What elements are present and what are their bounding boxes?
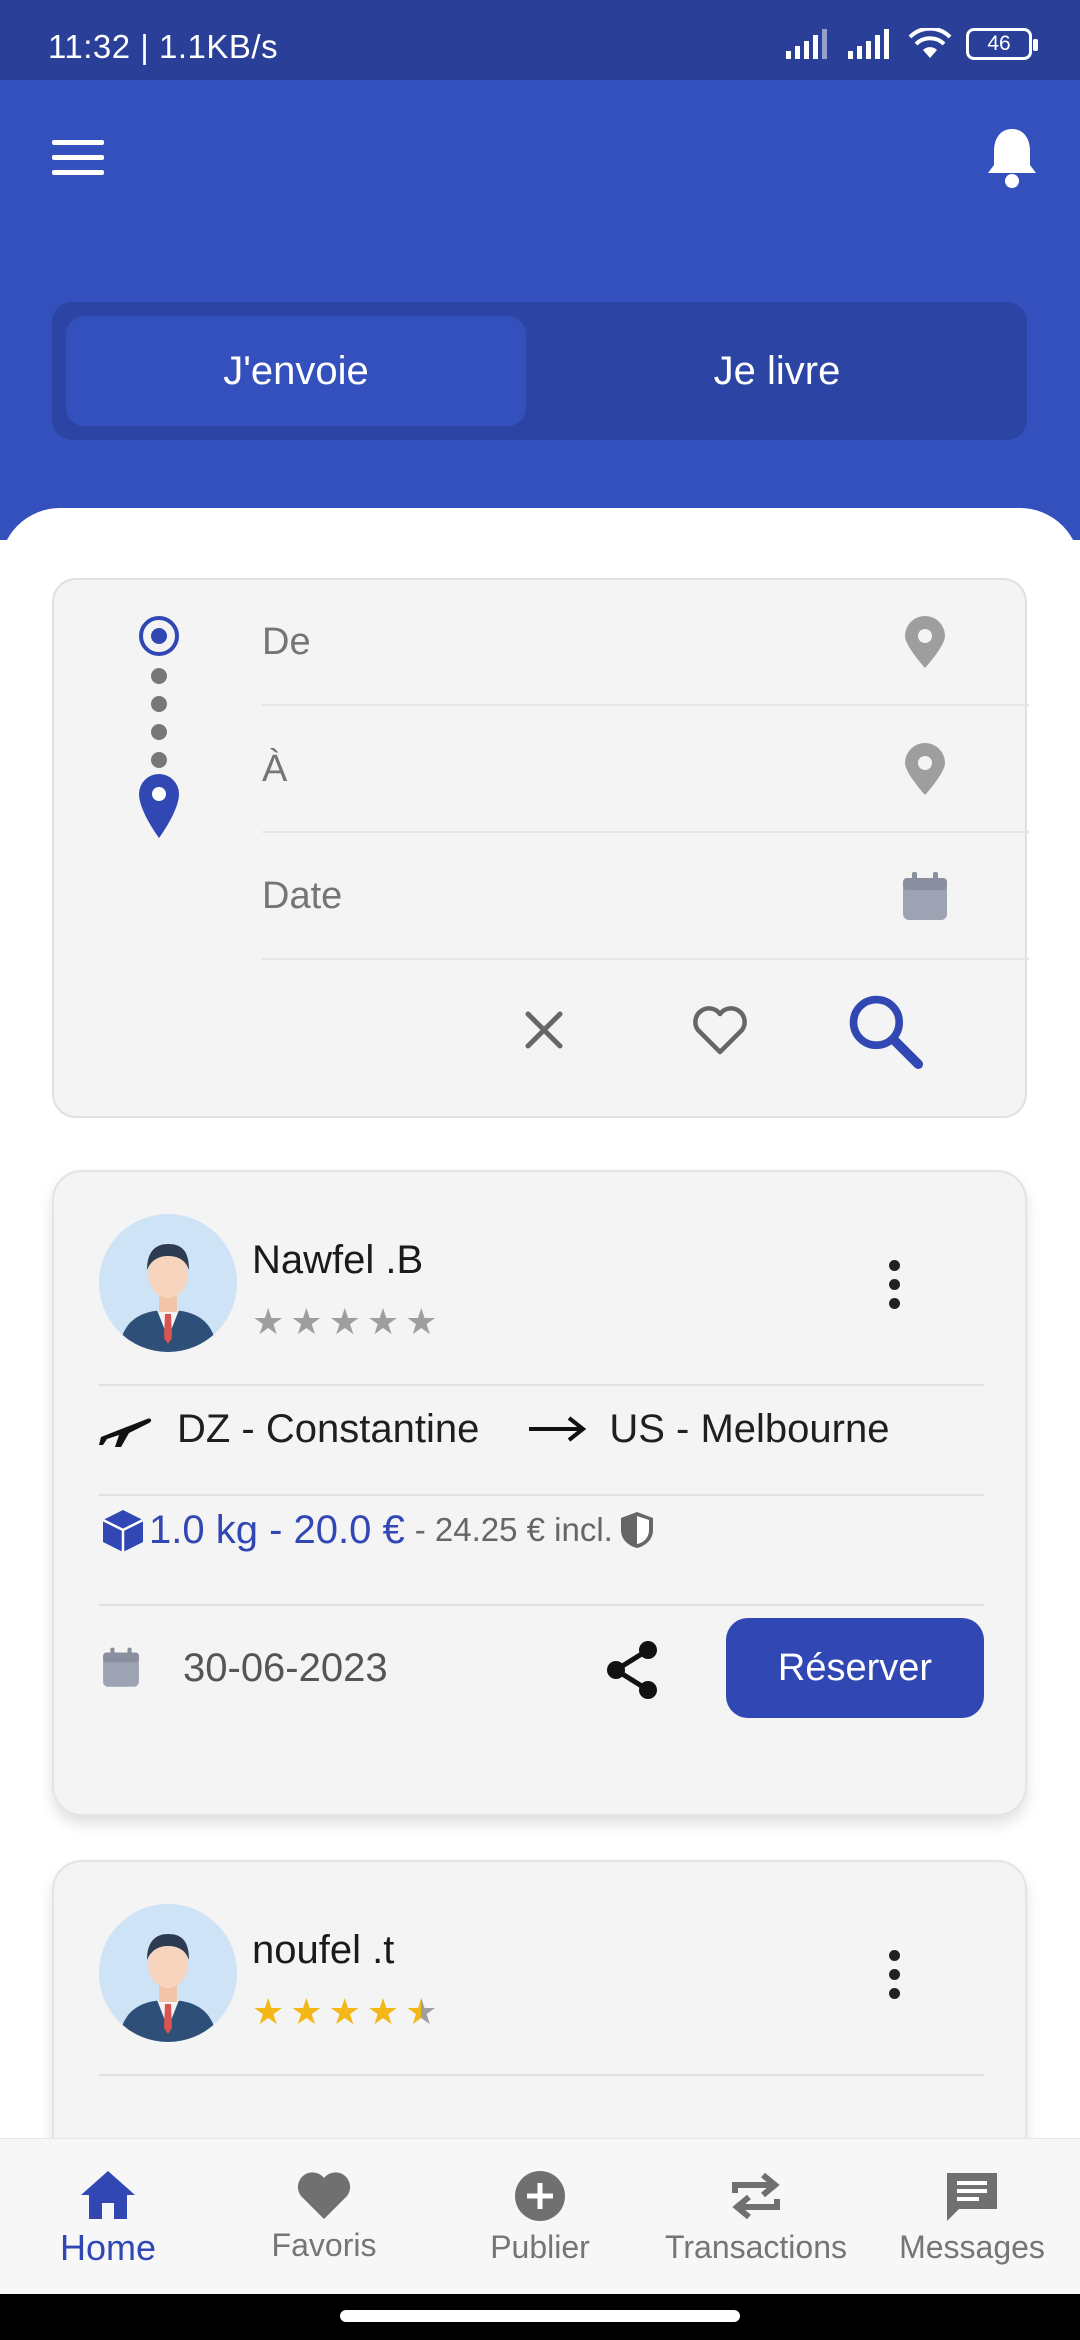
signal-icon — [786, 29, 827, 59]
date-field[interactable]: Date — [262, 834, 1029, 960]
mode-switch: J'envoie Je livre — [52, 302, 1027, 440]
arrow-right-icon — [529, 1416, 587, 1442]
rating-stars: ★ ★ ★ ★ ★ — [252, 1304, 437, 1340]
more-options-icon[interactable] — [889, 1260, 905, 1310]
wifi-icon — [908, 28, 952, 58]
search-card: De À Date — [52, 578, 1029, 1118]
status-bar: 11:32 | 1.1KB/s 46 — [0, 0, 1080, 80]
user-name: noufel .t — [252, 1928, 395, 1972]
location-pin-icon[interactable] — [901, 743, 949, 797]
home-indicator[interactable] — [340, 2310, 740, 2322]
trip-date: 30-06-2023 — [183, 1645, 388, 1690]
signal-icon — [848, 29, 889, 59]
bell-icon[interactable] — [984, 125, 1040, 189]
calendar-icon[interactable] — [901, 870, 949, 924]
battery-icon: 46 — [966, 28, 1038, 60]
search-icon — [849, 995, 924, 1070]
star-icon: ★ — [328, 1301, 361, 1342]
tab-deliver[interactable]: Je livre — [542, 316, 1012, 426]
rating-stars: ★ ★ ★ ★ ★ — [252, 1994, 437, 2030]
nav-favorites[interactable]: Favoris — [216, 2169, 432, 2264]
trip-card[interactable]: noufel .t ★ ★ ★ ★ ★ — [52, 1860, 1027, 2138]
search-button[interactable] — [844, 990, 924, 1070]
nav-messages[interactable]: Messages — [864, 2169, 1080, 2266]
destination: US - Melbourne — [609, 1406, 890, 1451]
star-icon: ★ — [366, 1991, 400, 2032]
avatar[interactable] — [99, 1904, 237, 2042]
date-placeholder: Date — [262, 874, 343, 917]
price-row: 1.0 kg - 20.0 € - 24.25 € incl. — [99, 1506, 655, 1554]
nav-transactions[interactable]: Transactions — [648, 2169, 864, 2266]
clear-button[interactable] — [504, 990, 584, 1070]
nav-label: Messages — [899, 2229, 1045, 2265]
star-icon: ★ — [252, 1301, 285, 1342]
user-name: Nawfel .B — [252, 1238, 424, 1282]
header: J'envoie Je livre — [0, 80, 1080, 540]
route-row: DZ - Constantine US - Melbourne — [99, 1394, 984, 1464]
heart-icon — [297, 2172, 351, 2219]
nav-label: Favoris — [271, 2227, 377, 2263]
divider — [99, 1494, 984, 1496]
location-pin-icon[interactable] — [901, 616, 949, 670]
nav-home[interactable]: Home — [0, 2169, 216, 2269]
from-field[interactable]: De — [262, 580, 1029, 706]
star-icon: ★ — [405, 1301, 438, 1342]
to-placeholder: À — [262, 747, 288, 790]
price-incl: - 24.25 € incl. — [414, 1511, 613, 1548]
reserve-button[interactable]: Réserver — [726, 1618, 984, 1718]
divider — [99, 1384, 984, 1386]
battery-level: 46 — [987, 32, 1011, 55]
divider — [99, 1604, 984, 1606]
status-time: 11:32 | 1.1KB/s — [48, 28, 279, 65]
star-icon: ★ — [366, 1301, 400, 1342]
user-avatar-icon — [99, 1904, 237, 2042]
bottom-nav: Home Favoris Publier Transactions Messag… — [0, 2138, 1080, 2294]
origin: DZ - Constantine — [177, 1406, 480, 1451]
price: 1.0 kg - 20.0 € — [149, 1507, 405, 1552]
half-star-icon: ★ — [405, 1991, 438, 2032]
main-content: De À Date Nawfel .B ★ ★ ★ ★ ★ DZ - Const… — [0, 508, 1080, 2138]
trip-card[interactable]: Nawfel .B ★ ★ ★ ★ ★ DZ - Constantine US … — [52, 1170, 1027, 1816]
avatar[interactable] — [99, 1214, 237, 1352]
message-icon — [947, 2173, 997, 2221]
nav-label: Home — [59, 2227, 157, 2268]
airplane-icon — [99, 1418, 152, 1447]
divider — [99, 2074, 984, 2076]
nav-publish[interactable]: Publier — [432, 2169, 648, 2266]
favorite-search-button[interactable] — [680, 990, 760, 1070]
more-options-icon[interactable] — [889, 1950, 905, 2000]
calendar-icon — [103, 1647, 139, 1687]
star-icon: ★ — [290, 1301, 323, 1342]
system-nav-bar — [0, 2294, 1080, 2340]
to-field[interactable]: À — [262, 707, 1029, 833]
share-icon[interactable] — [604, 1640, 660, 1700]
user-avatar-icon — [99, 1214, 237, 1352]
plus-circle-icon — [515, 2171, 565, 2221]
home-icon — [81, 2171, 135, 2219]
date-row: 30-06-2023 Réserver — [99, 1618, 984, 1718]
star-icon: ★ — [252, 1991, 285, 2032]
from-placeholder: De — [262, 620, 311, 663]
nav-label: Publier — [490, 2229, 590, 2265]
route-indicator-icon — [139, 616, 179, 838]
shield-icon — [620, 1512, 653, 1548]
star-icon: ★ — [290, 1991, 323, 2032]
star-icon: ★ — [328, 1991, 361, 2032]
tab-send[interactable]: J'envoie — [66, 316, 526, 426]
package-icon — [102, 1510, 144, 1552]
close-icon — [525, 1011, 563, 1049]
nav-label: Transactions — [665, 2229, 847, 2265]
swap-icon — [732, 2172, 780, 2220]
menu-icon[interactable] — [52, 140, 104, 176]
heart-outline-icon — [693, 1006, 747, 1055]
